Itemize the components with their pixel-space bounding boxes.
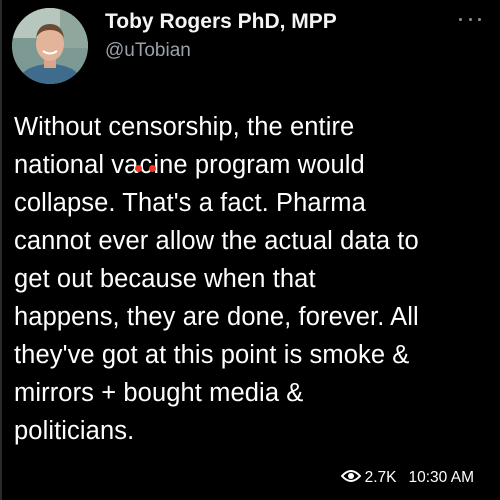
tweet-line: cannot ever allow the actual data to	[14, 227, 419, 255]
view-count[interactable]: 2.7K	[365, 469, 397, 487]
more-dot	[459, 17, 462, 21]
tweet-line: national vacine program would	[14, 146, 498, 184]
more-dot	[468, 17, 472, 21]
eye-icon	[340, 469, 361, 488]
avatar[interactable]	[12, 8, 88, 84]
avatar-image	[12, 8, 88, 84]
author-display-name[interactable]: Toby Rogers PhD, MPP	[105, 10, 337, 34]
tweet-text: Without censorship, the entire national …	[14, 108, 498, 450]
tweet-footer: 2.7K 10:30 AM	[340, 468, 475, 488]
tweet-card: Toby Rogers PhD, MPP @uTobian Without ce…	[0, 0, 500, 500]
tweet-line-fragment: ine	[153, 151, 188, 179]
tweet-line: they've got at this point is smoke &	[14, 341, 410, 369]
tweet-line: get out because when that	[14, 265, 316, 293]
tweet-line: politicians.	[14, 417, 135, 445]
timestamp[interactable]: 10:30 AM	[409, 469, 475, 487]
more-dot	[478, 17, 481, 21]
more-horizontal-icon[interactable]	[459, 14, 481, 24]
tweet-line-fragment: national va	[14, 151, 139, 179]
tweet-line: mirrors + bought media &	[14, 379, 304, 407]
tweet-line: Without censorship, the entire	[14, 113, 355, 141]
author-handle[interactable]: @uTobian	[105, 40, 191, 62]
tweet-line: collapse. That's a fact. Pharma	[14, 189, 366, 217]
tweet-line: happens, they are done, forever. All	[14, 303, 419, 331]
tweet-line-fragment: program would	[194, 151, 365, 179]
